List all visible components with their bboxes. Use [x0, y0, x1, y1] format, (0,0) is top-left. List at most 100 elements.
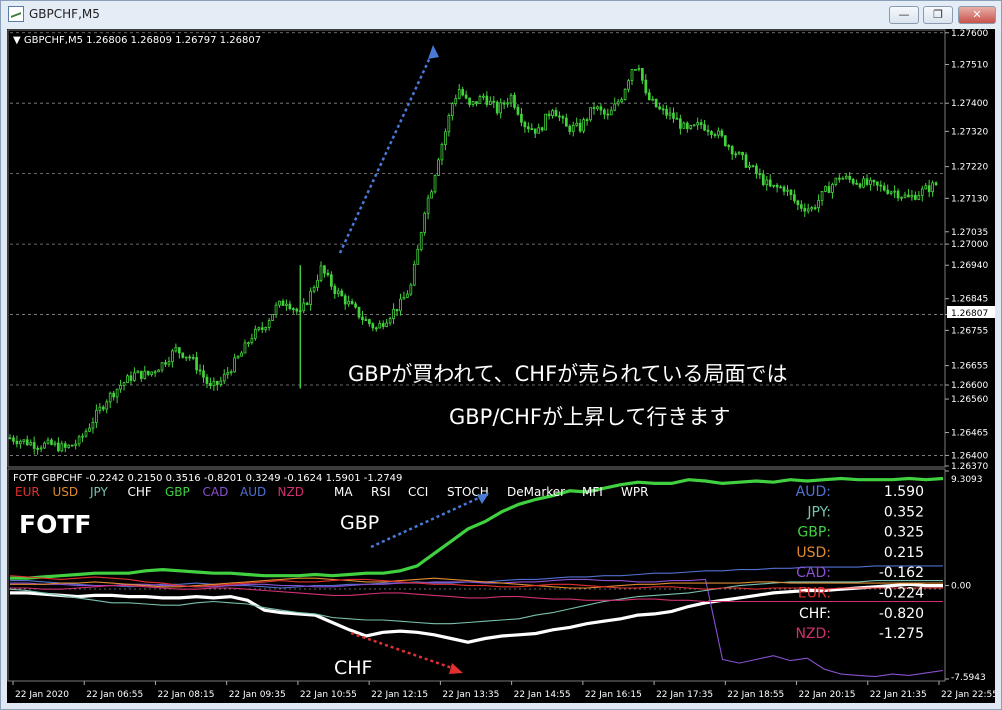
candle-body — [717, 130, 720, 136]
candle-body — [143, 370, 147, 379]
price-tick-label: 1.27320 — [951, 127, 988, 137]
candle-body — [105, 401, 109, 410]
candle-body — [309, 290, 312, 305]
candle-body — [882, 185, 886, 191]
menu-ma[interactable]: MA — [334, 485, 353, 499]
fotf-logo: FOTF — [19, 510, 91, 539]
candle-body — [931, 182, 934, 193]
title-bar[interactable]: GBPCHF,M5 — ❐ ✕ — [1, 1, 1001, 29]
candle-body — [799, 204, 803, 209]
candle-body — [333, 285, 337, 294]
candle-body — [630, 69, 634, 82]
current-price-label: 1.26807 — [951, 309, 988, 319]
menu-cci[interactable]: CCI — [408, 485, 428, 499]
candle-body — [858, 183, 862, 188]
candle-body — [679, 118, 682, 129]
candle-body — [516, 106, 520, 115]
candle-body — [281, 300, 285, 306]
candle-body — [889, 191, 893, 194]
candle-body — [126, 375, 129, 384]
price-tick-label: 1.26940 — [951, 261, 988, 271]
candle-body — [129, 375, 133, 381]
candle-body — [730, 146, 734, 155]
candle-body — [215, 380, 219, 385]
candle-body — [22, 439, 26, 442]
close-button[interactable]: ✕ — [958, 6, 996, 24]
candle-body — [606, 113, 610, 116]
candle-body — [699, 122, 703, 126]
menu-wpr[interactable]: WPR — [621, 485, 648, 499]
candle-body — [851, 178, 855, 184]
candle-body — [240, 352, 243, 357]
candle-body — [316, 279, 319, 288]
candle-body — [720, 130, 724, 137]
candle-body — [8, 437, 12, 440]
candle-body — [513, 94, 516, 108]
candle-body — [385, 322, 389, 327]
candle-body — [637, 68, 641, 70]
candle-body — [198, 369, 202, 372]
candle-body — [29, 442, 33, 446]
strength-value: -0.162 — [879, 565, 924, 581]
legend-nzd: NZD — [278, 485, 304, 499]
candle-body — [644, 79, 648, 94]
time-tick-label: 22 Jan 14:55 — [514, 690, 571, 700]
candle-body — [229, 371, 233, 374]
candle-body — [226, 372, 230, 375]
candle-body — [112, 392, 116, 398]
price-tick-label: 1.26400 — [951, 451, 988, 461]
restore-button[interactable]: ❐ — [923, 6, 953, 24]
chart-svg: 1.27600 1.27510 1.27400 1.27320 1.27220 1.271… — [7, 29, 995, 700]
minimize-button[interactable]: — — [889, 6, 919, 24]
candle-body — [627, 80, 630, 90]
candle-body — [485, 95, 489, 105]
candle-body — [803, 207, 807, 212]
candle-body — [437, 159, 440, 176]
candle-body — [533, 128, 537, 134]
price-panel-header: ▼ GBPCHF,M5 1.26806 1.26809 1.26797 1.26… — [13, 35, 261, 46]
menu-mfi[interactable]: MFI — [582, 485, 603, 499]
candle-body — [568, 125, 572, 132]
candle-body — [782, 186, 786, 192]
candle-body — [285, 303, 288, 306]
candle-body — [91, 422, 95, 429]
candle-body — [537, 127, 541, 134]
candle-body — [520, 113, 523, 123]
candle-body — [108, 392, 112, 403]
candle-body — [495, 101, 499, 114]
strength-currency: NZD: — [795, 626, 831, 642]
candle-body — [810, 207, 814, 210]
menu-rsi[interactable]: RSI — [371, 485, 391, 499]
candle-body — [274, 304, 278, 315]
price-panel[interactable]: 1.27600 1.27510 1.27400 1.27320 1.27220 1.271… — [7, 29, 995, 472]
candle-body — [758, 173, 762, 175]
candle-body — [561, 116, 565, 119]
candle-body — [502, 102, 506, 105]
candle-body — [253, 328, 257, 339]
candle-body — [267, 320, 271, 328]
candle-body — [457, 89, 461, 99]
candle-body — [544, 113, 547, 131]
candle-body — [914, 194, 917, 200]
chart-area[interactable]: 1.27600 1.27510 1.27400 1.27320 1.27220 1.271… — [7, 29, 995, 703]
price-tick-label: 1.26370 — [951, 462, 988, 472]
candle-body — [171, 350, 174, 363]
time-tick-label: 22 Jan 06:55 — [86, 690, 143, 700]
indicator-panel[interactable]: 9.3093 0.00 -7.5943 FOTF GBPCHF -0.2242 0.… — [7, 468, 986, 683]
strength-value: -0.224 — [879, 586, 924, 602]
time-tick-label: 22 Jan 21:35 — [870, 690, 927, 700]
candle-body — [575, 122, 579, 126]
candle-body — [271, 314, 274, 321]
time-tick-label: 22 Jan 2020 — [15, 690, 69, 700]
price-tick-label: 1.26755 — [951, 326, 988, 336]
indicator-tick-label: -7.5943 — [951, 673, 986, 683]
strength-currency: JPY: — [806, 504, 831, 520]
candle-body — [523, 121, 527, 128]
candle-body — [402, 297, 406, 300]
candle-body — [530, 128, 534, 131]
menu-demarker[interactable]: DeMarker — [507, 485, 565, 499]
candle-body — [896, 190, 900, 199]
candle-body — [247, 342, 250, 345]
candle-body — [872, 179, 876, 183]
candle-body — [426, 197, 430, 214]
